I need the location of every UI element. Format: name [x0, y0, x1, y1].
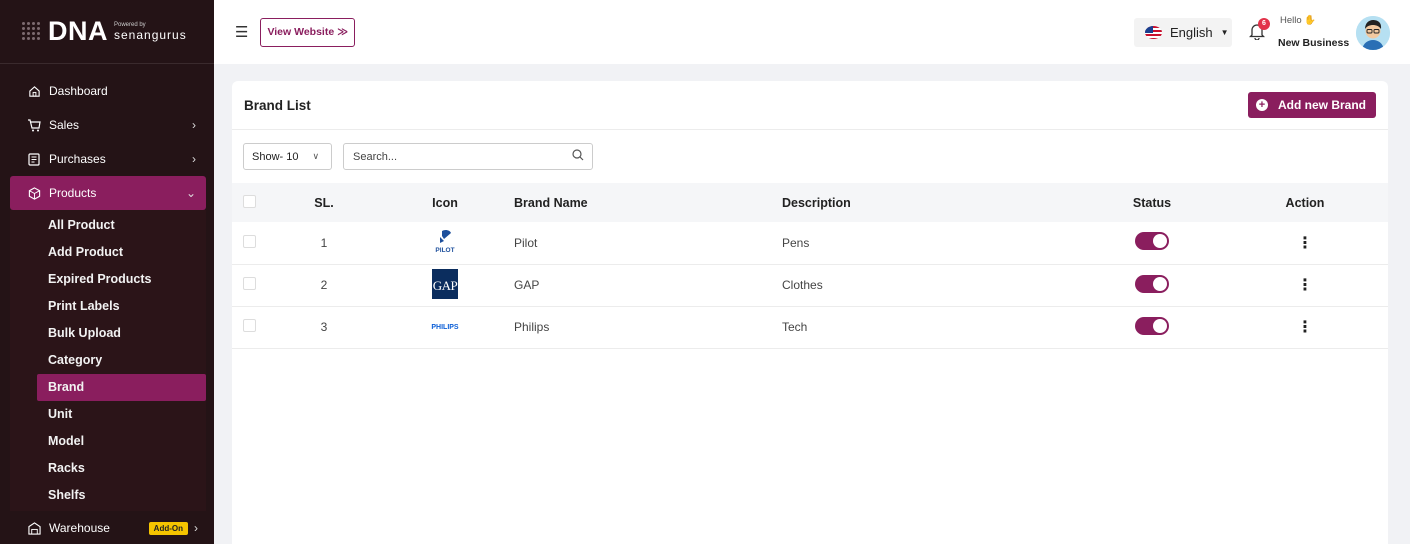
page-size-select[interactable]: Show- 10 ∨ — [243, 143, 332, 170]
submenu-item-expired-products[interactable]: Expired Products — [10, 266, 206, 293]
logo-text: DNA — [48, 16, 108, 46]
more-actions-icon[interactable]: ⋮ — [1297, 277, 1313, 294]
more-actions-icon[interactable]: ⋮ — [1297, 319, 1313, 336]
table-row: 1 PILOT Pilot Pens ⋮ — [232, 222, 1388, 264]
sidebar-nav: Dashboard Sales › Purchases › Products ⌄… — [0, 64, 214, 544]
row-sl: 2 — [320, 278, 328, 292]
row-checkbox[interactable] — [243, 319, 256, 332]
submenu-item-unit[interactable]: Unit — [10, 401, 206, 428]
chevron-right-icon: › — [192, 118, 196, 132]
search-icon[interactable] — [572, 149, 584, 164]
submenu-item-print-labels[interactable]: Print Labels — [10, 293, 206, 320]
status-toggle[interactable] — [1135, 316, 1169, 335]
box-icon — [27, 186, 41, 200]
column-header-icon: Icon — [432, 195, 458, 210]
submenu-item-brand[interactable]: Brand — [37, 374, 206, 401]
top-header: ☰ View Website ≫ English ▼ 6 Hello ✋ New… — [214, 0, 1410, 64]
view-website-button[interactable]: View Website ≫ — [260, 17, 356, 47]
cart-icon — [27, 118, 41, 132]
plus-circle-icon: + — [1255, 99, 1268, 111]
svg-text:PILOT: PILOT — [435, 247, 454, 254]
status-toggle[interactable] — [1135, 274, 1169, 293]
greeting: Hello ✋ — [1280, 15, 1317, 26]
sidebar-item-label: Sales — [49, 118, 80, 132]
receipt-icon — [27, 152, 41, 166]
row-brand-name: Philips — [514, 320, 550, 334]
column-header-sl: SL. — [314, 195, 334, 210]
add-brand-button[interactable]: + Add new Brand — [1247, 92, 1376, 118]
row-description: Clothes — [782, 278, 823, 292]
products-submenu: All Product Add Product Expired Products… — [10, 210, 206, 511]
row-checkbox[interactable] — [243, 234, 256, 248]
user-name[interactable]: New Business — [1278, 37, 1349, 49]
row-brand-name: GAP — [514, 278, 540, 292]
pilot-logo-icon: PILOT — [432, 228, 458, 254]
brand-table: SL. Icon Brand Name Description Status A… — [232, 183, 1388, 349]
menu-icon[interactable]: ☰ — [235, 23, 248, 41]
sidebar-item-dashboard[interactable]: Dashboard — [0, 74, 214, 108]
submenu-item-category[interactable]: Category — [10, 347, 206, 374]
submenu-item-bulk-upload[interactable]: Bulk Upload — [10, 320, 206, 347]
brand-list-card: Brand List + Add new Brand Show- 10 ∨ Se… — [232, 81, 1388, 544]
row-description: Tech — [782, 320, 808, 334]
add-brand-label: Add new Brand — [1277, 98, 1366, 112]
submenu-item-shelfs[interactable]: Shelfs — [10, 482, 206, 509]
avatar[interactable] — [1356, 16, 1390, 50]
column-header-description: Description — [782, 195, 851, 210]
row-checkbox[interactable] — [243, 277, 256, 290]
sidebar: DNA Powered by senangurus Dashboard Sale… — [0, 0, 214, 544]
page-title: Brand List — [244, 97, 311, 113]
wave-icon: ✋ — [1304, 15, 1317, 26]
warehouse-icon — [27, 521, 41, 535]
column-header-action: Action — [1285, 195, 1325, 210]
search-placeholder: Search... — [353, 150, 398, 163]
row-sl: 1 — [320, 235, 328, 250]
row-description: Pens — [782, 235, 810, 250]
table-row: 3 PHILIPS Philips Tech ⋮ — [232, 306, 1388, 348]
search-input[interactable]: Search... — [343, 143, 593, 170]
status-toggle[interactable] — [1135, 232, 1169, 251]
submenu-item-model[interactable]: Model — [10, 428, 206, 455]
table-header-row: SL. Icon Brand Name Description Status A… — [232, 183, 1388, 222]
sidebar-item-label: Purchases — [49, 152, 106, 166]
chevron-right-icon: › — [192, 152, 196, 166]
sidebar-item-products[interactable]: Products ⌄ — [10, 176, 206, 210]
column-header-brand-name: Brand Name — [514, 195, 588, 210]
gap-logo-icon: GAP — [432, 268, 458, 299]
row-sl: 3 — [320, 320, 328, 334]
page-size-value: Show- 10 — [252, 150, 299, 163]
logo[interactable]: DNA Powered by senangurus — [0, 0, 214, 64]
language-select[interactable]: English ▼ — [1134, 18, 1232, 47]
philips-logo-icon: PHILIPS — [428, 320, 462, 332]
home-icon — [27, 84, 41, 98]
logo-mark-icon — [22, 21, 42, 42]
svg-text:GAP: GAP — [433, 278, 458, 293]
caret-down-icon: ▼ — [1220, 28, 1229, 37]
table-row: 2 GAP GAP Clothes ⋮ — [232, 264, 1388, 306]
select-all-checkbox[interactable] — [243, 194, 256, 208]
sidebar-item-label: Warehouse — [49, 521, 110, 535]
filter-row: Show- 10 ∨ Search... — [232, 130, 1388, 183]
notification-badge: 6 — [1258, 18, 1270, 30]
chevron-right-icon: › — [194, 521, 198, 535]
row-brand-name: Pilot — [514, 235, 538, 250]
sidebar-item-purchases[interactable]: Purchases › — [0, 142, 214, 176]
sidebar-item-sales[interactable]: Sales › — [0, 108, 214, 142]
sidebar-item-label: Products — [49, 186, 97, 200]
svg-text:PHILIPS: PHILIPS — [431, 324, 459, 331]
submenu-item-all-product[interactable]: All Product — [10, 212, 206, 239]
column-header-status: Status — [1132, 195, 1172, 210]
chevron-down-icon: ∨ — [312, 151, 320, 161]
more-actions-icon[interactable]: ⋮ — [1297, 235, 1313, 252]
sidebar-item-warehouse[interactable]: Warehouse Add-On › — [0, 511, 214, 544]
chevron-down-icon: ⌄ — [185, 186, 196, 200]
addon-badge: Add-On — [148, 521, 188, 535]
sidebar-item-label: Dashboard — [49, 84, 108, 98]
submenu-item-racks[interactable]: Racks — [10, 455, 206, 482]
language-label: English — [1170, 25, 1213, 40]
logo-brand: senangurus — [114, 28, 187, 42]
us-flag-icon — [1145, 26, 1162, 39]
submenu-item-add-product[interactable]: Add Product — [10, 239, 206, 266]
